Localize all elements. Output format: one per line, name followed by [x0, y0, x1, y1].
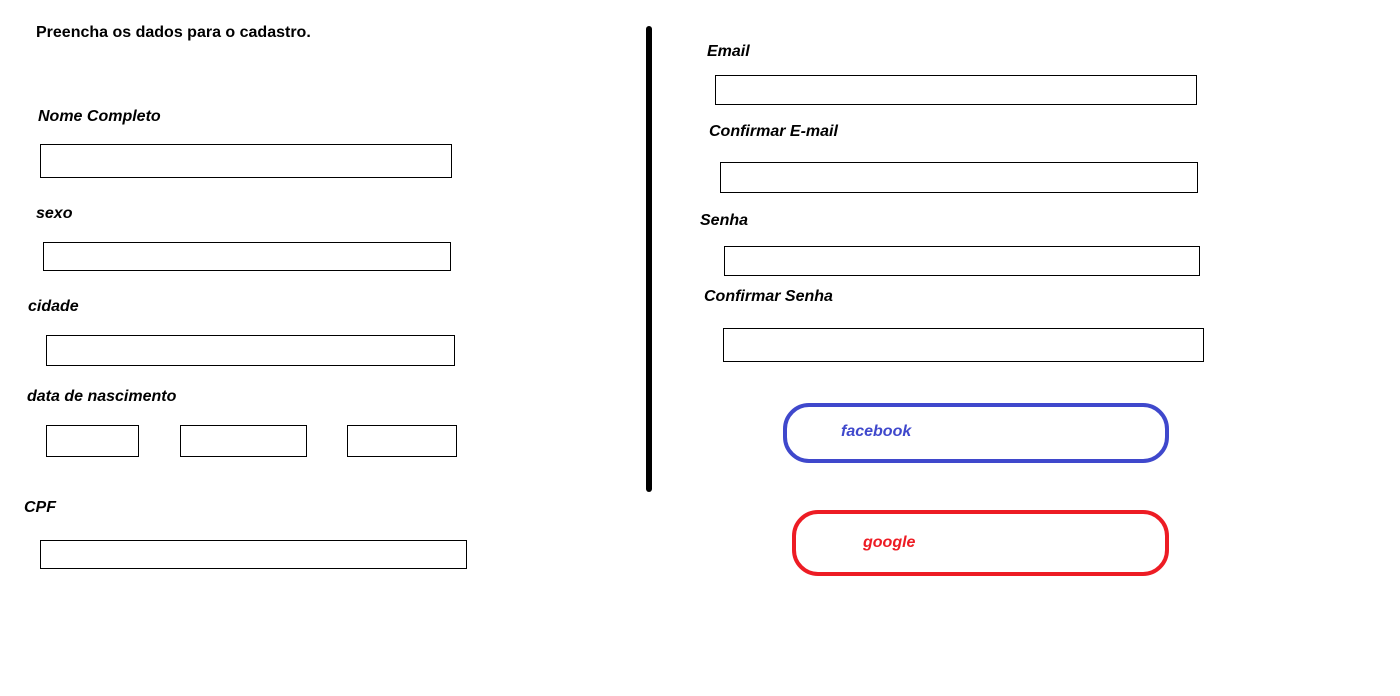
email-label: Email: [707, 43, 750, 60]
nome-completo-input[interactable]: [40, 144, 452, 178]
confirmar-senha-input[interactable]: [723, 328, 1204, 362]
birth-year-input[interactable]: [347, 425, 457, 457]
email-input[interactable]: [715, 75, 1197, 105]
senha-label: Senha: [700, 212, 749, 229]
cidade-input[interactable]: [46, 335, 455, 366]
data-nascimento-label: data de nascimento: [27, 388, 177, 405]
form-instruction: Preencha os dados para o cadastro.: [36, 24, 311, 41]
birth-day-input[interactable]: [46, 425, 139, 457]
confirmar-email-input[interactable]: [720, 162, 1198, 193]
senha-input[interactable]: [724, 246, 1200, 276]
cpf-label: CPF: [24, 499, 56, 516]
confirmar-email-label: Confirmar E-mail: [709, 123, 838, 140]
sexo-label: sexo: [36, 205, 73, 222]
confirmar-senha-label: Confirmar Senha: [704, 288, 833, 305]
cpf-input[interactable]: [40, 540, 467, 569]
sexo-input[interactable]: [43, 242, 451, 271]
nome-completo-label: Nome Completo: [38, 108, 161, 125]
google-login-button[interactable]: google: [792, 510, 1169, 576]
facebook-login-button[interactable]: facebook: [783, 403, 1169, 463]
google-button-label: google: [863, 534, 916, 551]
facebook-button-label: facebook: [841, 423, 912, 440]
column-divider: [646, 26, 652, 492]
cidade-label: cidade: [28, 298, 79, 315]
birth-month-input[interactable]: [180, 425, 307, 457]
